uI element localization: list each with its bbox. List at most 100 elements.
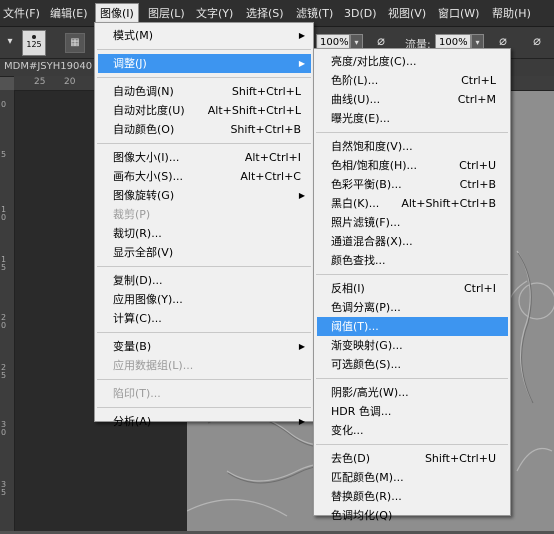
adjust-menu-item-label: 曝光度(E)... <box>331 112 391 125</box>
image-menu-item[interactable]: 裁切(R)... <box>98 224 311 243</box>
adjust-menu-item[interactable]: 色相/饱和度(H)... Ctrl+U <box>317 156 508 175</box>
image-menu-item-shortcut: Alt+Ctrl+I <box>244 151 301 164</box>
adjust-menu-item[interactable]: 颜色查找... <box>317 251 508 270</box>
image-menu-item[interactable]: 自动颜色(O) Shift+Ctrl+B <box>98 120 311 139</box>
ruler-tick-label: 0 <box>1 213 7 222</box>
adjust-menu-item[interactable]: 色阶(L)... Ctrl+L <box>317 71 508 90</box>
ruler-tick-label: 5 <box>1 371 7 380</box>
menu-help[interactable]: 帮助(H) <box>492 5 531 22</box>
menu-window[interactable]: 窗口(W) <box>438 5 479 22</box>
image-menu-item-label: 计算(C)... <box>113 312 162 325</box>
brush-panel-icon[interactable]: ▦ <box>65 33 85 53</box>
adjust-menu-item-label: 渐变映射(G)... <box>331 339 403 352</box>
image-menu-item[interactable]: 模式(M) ▶ <box>98 26 311 45</box>
image-menu-item[interactable]: 显示全部(V) <box>98 243 311 262</box>
menu-3d[interactable]: 3D(D) <box>344 5 377 22</box>
adjust-menu-item[interactable]: 渐变映射(G)... <box>317 336 508 355</box>
image-menu-item-label: 裁切(R)... <box>113 227 162 240</box>
adjust-menu-item[interactable]: 匹配颜色(M)... <box>317 468 508 487</box>
menu-filter[interactable]: 滤镜(T) <box>296 5 333 22</box>
image-menu-item[interactable]: 图像大小(I)... Alt+Ctrl+I <box>98 148 311 167</box>
menu-separator <box>316 378 508 379</box>
menu-view[interactable]: 视图(V) <box>388 5 426 22</box>
adjust-menu-item-label: 色调均化(Q) <box>331 509 393 522</box>
image-menu-item[interactable]: 画布大小(S)... Alt+Ctrl+C <box>98 167 311 186</box>
adjust-menu-item[interactable]: 替换颜色(R)... <box>317 487 508 506</box>
ruler-tick-label: 20 <box>64 77 76 87</box>
adjust-menu-item[interactable]: 亮度/对比度(C)... <box>317 52 508 71</box>
image-menu-item[interactable]: 应用图像(Y)... <box>98 290 311 309</box>
submenu-arrow-icon: ▶ <box>298 191 305 200</box>
image-menu-item-label: 调整(J) <box>113 57 147 70</box>
image-menu-item[interactable]: 自动对比度(U) Alt+Shift+Ctrl+L <box>98 101 311 120</box>
menu-type[interactable]: 文字(Y) <box>196 5 233 22</box>
dropdown-arrow-icon[interactable]: ▾ <box>1 33 19 51</box>
menu-file[interactable]: 文件(F) <box>3 5 40 22</box>
adjust-menu-item-label: 照片滤镜(F)... <box>331 216 401 229</box>
ruler-tick-label: 0 <box>1 428 7 437</box>
adjust-menu-item[interactable]: 可选颜色(S)... <box>317 355 508 374</box>
adjust-menu-item[interactable]: HDR 色调... <box>317 402 508 421</box>
image-menu-item-label: 自动色调(N) <box>113 85 174 98</box>
submenu-arrow-icon: ▶ <box>298 342 305 351</box>
image-menu-item[interactable]: 自动色调(N) Shift+Ctrl+L <box>98 82 311 101</box>
image-menu-item[interactable]: 计算(C)... <box>98 309 311 328</box>
image-menu-item-label: 图像旋转(G) <box>113 189 175 202</box>
adjust-menu-item[interactable]: 照片滤镜(F)... <box>317 213 508 232</box>
menu-separator <box>97 266 311 267</box>
menu-separator <box>97 407 311 408</box>
menu-separator <box>316 132 508 133</box>
image-menu-item-label: 裁剪(P) <box>113 208 151 221</box>
adjust-menu-item[interactable]: 变化... <box>317 421 508 440</box>
adjust-menu-item[interactable]: 色调分离(P)... <box>317 298 508 317</box>
menu-separator <box>316 274 508 275</box>
adjust-menu-item[interactable]: 色彩平衡(B)... Ctrl+B <box>317 175 508 194</box>
image-menu-item-label: 应用图像(Y)... <box>113 293 183 306</box>
image-menu-item-label: 图像大小(I)... <box>113 151 180 164</box>
menu-select[interactable]: 选择(S) <box>246 5 284 22</box>
image-menu-item: 裁剪(P) <box>98 205 311 224</box>
ruler-tick-label: 5 <box>1 263 7 272</box>
image-menu-item[interactable]: 分析(A) ▶ <box>98 412 311 431</box>
image-menu-item-label: 分析(A) <box>113 415 152 428</box>
menu-edit[interactable]: 编辑(E) <box>50 5 88 22</box>
image-menu-item[interactable]: 变量(B) ▶ <box>98 337 311 356</box>
adjust-menu-item-label: 色相/饱和度(H)... <box>331 159 418 172</box>
adjust-menu-item-label: 替换颜色(R)... <box>331 490 402 503</box>
image-menu-item[interactable]: 调整(J) ▶ <box>98 54 311 73</box>
adjust-menu-item[interactable]: 自然饱和度(V)... <box>317 137 508 156</box>
submenu-arrow-icon: ▶ <box>298 31 305 40</box>
adjust-menu-item[interactable]: 曝光度(E)... <box>317 109 508 128</box>
image-menu-item[interactable]: 复制(D)... <box>98 271 311 290</box>
image-menu-item-shortcut: Alt+Shift+Ctrl+L <box>207 104 301 117</box>
adjust-menu-item[interactable]: 色调均化(Q) <box>317 506 508 525</box>
adjust-menu-item[interactable]: 阈值(T)... <box>317 317 508 336</box>
adjust-menu-item[interactable]: 黑白(K)... Alt+Shift+Ctrl+B <box>317 194 508 213</box>
image-menu-item-shortcut: Shift+Ctrl+B <box>230 123 301 136</box>
adjust-menu-item-label: 变化... <box>331 424 364 437</box>
ruler-tick-label: 25 <box>34 77 46 87</box>
image-menu-item[interactable]: 图像旋转(G) ▶ <box>98 186 311 205</box>
image-menu-item: 应用数据组(L)... <box>98 356 311 375</box>
image-menu-item-label: 自动对比度(U) <box>113 104 185 117</box>
adjust-menu-item[interactable]: 去色(D) Shift+Ctrl+U <box>317 449 508 468</box>
adjust-menu-item-label: 自然饱和度(V)... <box>331 140 413 153</box>
brush-preset-picker[interactable]: 125 <box>22 30 46 56</box>
menu-separator <box>97 379 311 380</box>
adjust-menu-item-label: 色阶(L)... <box>331 74 379 87</box>
adjust-menu-item-label: 可选颜色(S)... <box>331 358 402 371</box>
pressure-size-icon[interactable]: ⌀ <box>528 33 546 51</box>
adjust-menu-item-label: 反相(I) <box>331 282 365 295</box>
adjust-menu-item[interactable]: 阴影/高光(W)... <box>317 383 508 402</box>
image-menu-item: 陷印(T)... <box>98 384 311 403</box>
adjust-menu-item[interactable]: 反相(I) Ctrl+I <box>317 279 508 298</box>
image-menu-item-label: 变量(B) <box>113 340 152 353</box>
adjust-menu-item-shortcut: Ctrl+M <box>457 93 496 106</box>
menu-image[interactable]: 图像(I) <box>95 3 139 24</box>
menu-layer[interactable]: 图层(L) <box>148 5 185 22</box>
menu-separator <box>97 49 311 50</box>
menu-separator <box>97 143 311 144</box>
adjust-menu-item[interactable]: 曲线(U)... Ctrl+M <box>317 90 508 109</box>
image-menu-item-label: 显示全部(V) <box>113 246 174 259</box>
adjust-menu-item[interactable]: 通道混合器(X)... <box>317 232 508 251</box>
